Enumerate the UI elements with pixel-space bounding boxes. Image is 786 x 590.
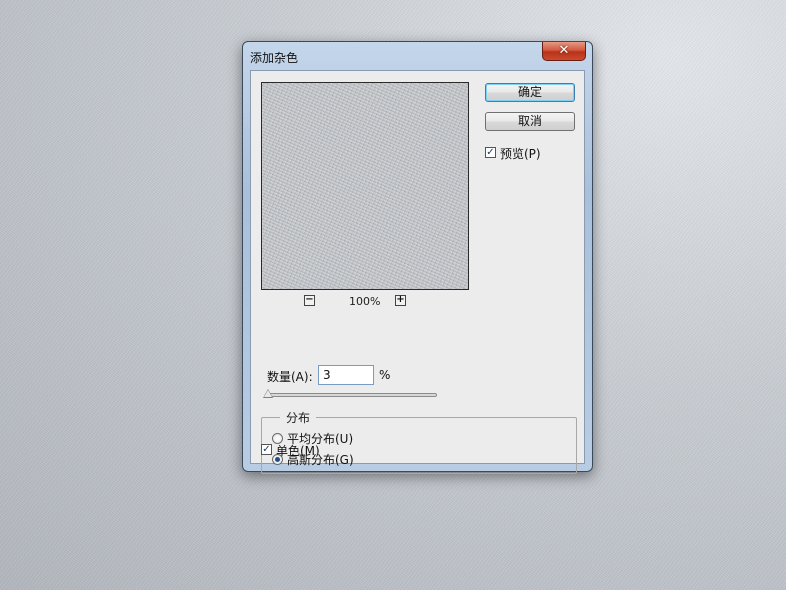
minus-icon: − [305, 294, 314, 305]
noise-preview-image[interactable] [261, 82, 469, 290]
monochromatic-checkbox[interactable]: ✓ [261, 444, 272, 455]
distribution-group-label: 分布 [280, 409, 317, 426]
zoom-out-button[interactable]: − [304, 295, 315, 306]
amount-slider-track[interactable] [265, 393, 437, 397]
dialog-content: − 100% + 确定 取消 ✓ 预览(P) 数量(A): % 分布 平均分布(… [250, 70, 585, 474]
title-bar[interactable]: 添加杂色 ✕ [243, 42, 592, 70]
ok-button[interactable]: 确定 [485, 83, 575, 102]
plus-icon: + [396, 294, 405, 305]
zoom-in-button[interactable]: + [395, 295, 406, 306]
amount-unit: % [379, 368, 391, 382]
amount-slider-thumb[interactable] [263, 389, 273, 398]
close-button[interactable]: ✕ [542, 42, 586, 61]
cancel-button[interactable]: 取消 [485, 112, 575, 131]
amount-input[interactable] [318, 365, 374, 385]
monochromatic-label: 单色(M) [276, 444, 320, 458]
zoom-level: 100% [349, 295, 381, 308]
preview-checkbox[interactable]: ✓ [485, 147, 496, 158]
add-noise-dialog: 添加杂色 ✕ − 100% + 确定 取消 ✓ 预览(P) 数量(A): % 分… [242, 41, 593, 474]
close-icon: ✕ [558, 43, 570, 58]
amount-label: 数量(A): [267, 370, 313, 384]
checkmark-icon: ✓ [262, 444, 271, 455]
checkmark-icon: ✓ [486, 147, 495, 158]
preview-checkbox-label: 预览(P) [500, 147, 541, 161]
dialog-title: 添加杂色 [250, 51, 299, 65]
